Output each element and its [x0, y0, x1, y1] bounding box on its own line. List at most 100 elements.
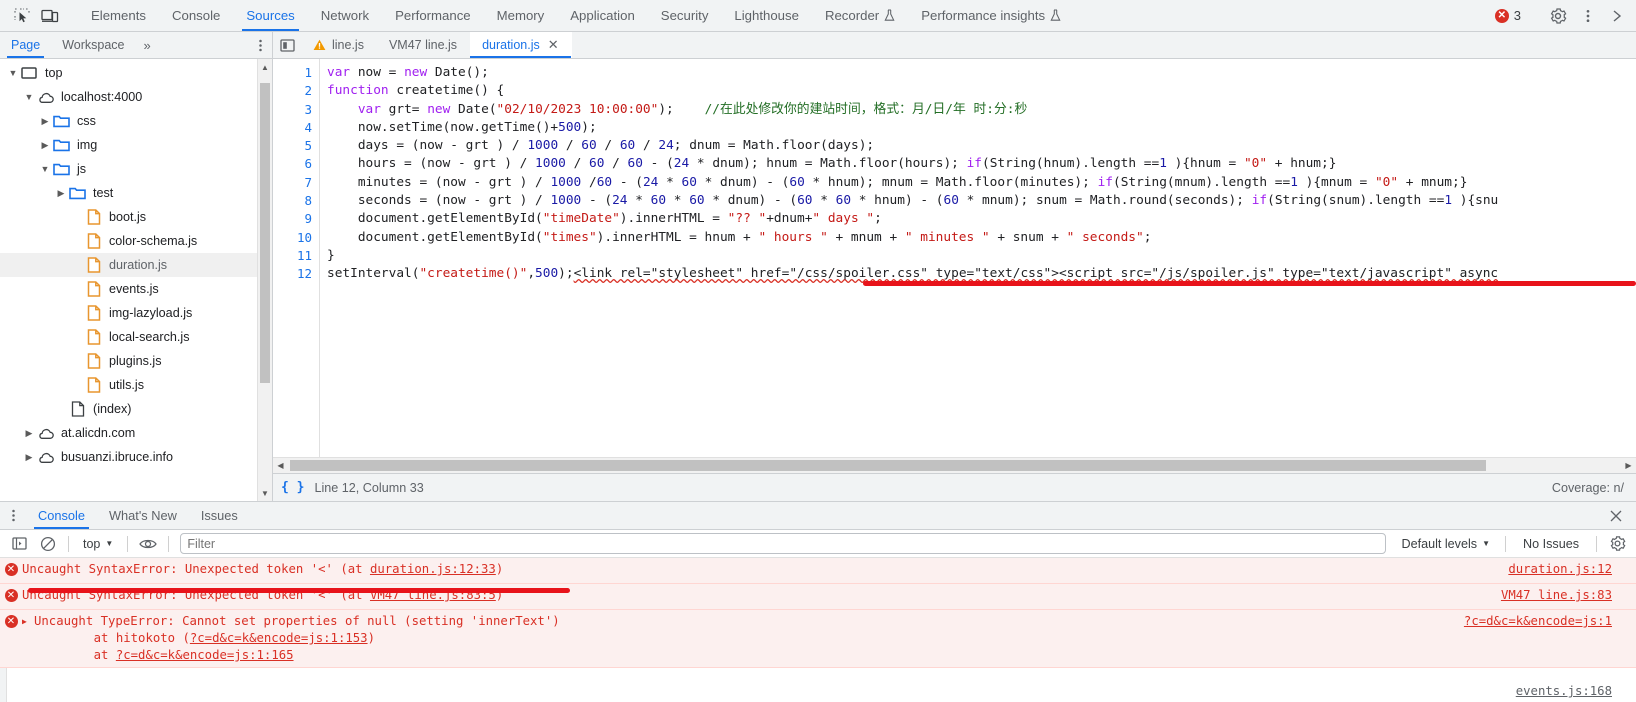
drawer-tab-whats-new-label: What's New: [109, 508, 177, 523]
console-log-levels-dropdown[interactable]: Default levels ▼: [1393, 537, 1498, 551]
drawer-tab-console[interactable]: Console: [26, 502, 97, 529]
gear-icon[interactable]: [1544, 3, 1572, 29]
editor-tab-line-js[interactable]: line.js: [301, 32, 377, 58]
code-token: ;: [874, 211, 882, 226]
code-content[interactable]: var now = new Date();function createtime…: [320, 59, 1636, 457]
main-tab-lighthouse[interactable]: Lighthouse: [721, 0, 812, 31]
tree-item-at-alicdn-com[interactable]: ▶at.alicdn.com: [0, 421, 272, 445]
console-issues-button[interactable]: No Issues: [1513, 537, 1589, 551]
chevron-down-icon[interactable]: ▼: [38, 165, 52, 174]
main-tab-elements[interactable]: Elements: [78, 0, 159, 31]
navigator-tab-page[interactable]: Page: [0, 32, 51, 58]
toolbar-right-icons: ✕ 3: [1489, 0, 1636, 31]
console-sidebar-icon[interactable]: [6, 533, 32, 555]
console-stack-link[interactable]: ?c=d&c=k&encode=js:1:153: [190, 631, 368, 645]
code-token: ).innerHTML = hnum +: [597, 230, 759, 245]
code-line: hours = (now - grt ) / 1000 / 60 / 60 - …: [327, 155, 1636, 173]
chevron-right-icon[interactable]: ▶: [38, 117, 52, 126]
main-tab-application[interactable]: Application: [557, 0, 648, 31]
close-devtools-icon[interactable]: [1604, 3, 1632, 29]
main-tab-memory[interactable]: Memory: [484, 0, 558, 31]
tree-item-img-lazyload-js[interactable]: img-lazyload.js: [0, 301, 272, 325]
code-token: /: [604, 156, 627, 171]
inspect-cursor-icon[interactable]: [8, 3, 36, 29]
console-message-origin-link[interactable]: duration.js:12: [1508, 561, 1636, 578]
chevron-down-icon: ▼: [105, 539, 113, 548]
main-tab-sources[interactable]: Sources: [233, 0, 307, 31]
tree-item-color-schema-js[interactable]: color-schema.js: [0, 229, 272, 253]
drawer-tab-issues[interactable]: Issues: [189, 502, 250, 529]
console-message-text: Uncaught TypeError: Cannot set propertie…: [34, 613, 1464, 664]
tree-item-events-js[interactable]: events.js: [0, 277, 272, 301]
main-tab-security[interactable]: Security: [648, 0, 722, 31]
main-tab-recorder[interactable]: Recorder: [812, 0, 908, 31]
navigator-more-options-icon[interactable]: [248, 32, 272, 58]
tree-item-local-search-js[interactable]: local-search.js: [0, 325, 272, 349]
scroll-down-icon[interactable]: ▼: [258, 485, 272, 501]
tree-item-busuanzi-ibruce-info[interactable]: ▶busuanzi.ibruce.info: [0, 445, 272, 469]
tree-item-top[interactable]: ▼top: [0, 61, 272, 85]
tree-item-boot-js[interactable]: boot.js: [0, 205, 272, 229]
console-context-selector[interactable]: top ▼: [76, 534, 120, 554]
console-message[interactable]: ✕▶Uncaught TypeError: Cannot set propert…: [0, 610, 1636, 668]
close-drawer-icon[interactable]: [1602, 503, 1630, 529]
tree-item-duration-js[interactable]: duration.js: [0, 253, 272, 277]
drawer-more-options-icon[interactable]: [0, 502, 26, 529]
code-editor[interactable]: 123456789101112 var now = new Date();fun…: [273, 59, 1636, 457]
main-tab-performance-insights[interactable]: Performance insights: [908, 0, 1074, 31]
chevron-right-icon[interactable]: ▶: [22, 453, 36, 462]
scrollbar-thumb-horizontal[interactable]: [290, 460, 1486, 471]
code-token: 1: [1290, 175, 1298, 190]
close-icon[interactable]: ✕: [548, 37, 559, 53]
code-token: [327, 102, 358, 117]
console-message-origin-link[interactable]: ?c=d&c=k&encode=js:1: [1464, 613, 1636, 630]
tree-item-utils-js[interactable]: utils.js: [0, 373, 272, 397]
tree-item-img[interactable]: ▶img: [0, 133, 272, 157]
console-message[interactable]: ✕Uncaught SyntaxError: Unexpected token …: [0, 558, 1636, 584]
expand-arrow-icon[interactable]: ▶: [22, 613, 34, 626]
chevron-double-right-icon[interactable]: »: [136, 32, 159, 58]
tree-item-css[interactable]: ▶css: [0, 109, 272, 133]
drawer-tab-whats-new[interactable]: What's New: [97, 502, 189, 529]
chevron-right-icon[interactable]: ▶: [22, 429, 36, 438]
tree-item-localhost-4000[interactable]: ▼ localhost:4000: [0, 85, 272, 109]
file-tree[interactable]: ▼top▼localhost:4000▶css▶img▼js▶testboot.…: [0, 59, 272, 501]
scrollbar-thumb[interactable]: [260, 83, 270, 383]
editor-tab-vm47-line-js[interactable]: VM47 line.js: [377, 32, 470, 58]
kebab-menu-icon[interactable]: [1574, 3, 1602, 29]
console-messages[interactable]: ✕Uncaught SyntaxError: Unexpected token …: [0, 558, 1636, 702]
console-message-origin-link[interactable]: VM47 line.js:83: [1501, 587, 1636, 604]
chevron-down-icon[interactable]: ▼: [6, 69, 20, 78]
chevron-down-icon[interactable]: ▼: [22, 93, 36, 102]
console-source-link[interactable]: duration.js:12:33: [370, 562, 496, 576]
console-filter-input[interactable]: [180, 533, 1386, 554]
navigator-tab-workspace[interactable]: Workspace: [51, 32, 135, 58]
console-settings-gear-icon[interactable]: [1604, 533, 1630, 555]
tree-item-label: localhost:4000: [60, 90, 142, 104]
tree-item-js[interactable]: ▼js: [0, 157, 272, 181]
error-count-badge[interactable]: ✕ 3: [1489, 8, 1531, 23]
tree-item-plugins-js[interactable]: plugins.js: [0, 349, 272, 373]
clear-console-icon[interactable]: [35, 533, 61, 555]
editor-tab-duration-js[interactable]: duration.js ✕: [470, 32, 572, 58]
main-tab-network[interactable]: Network: [308, 0, 382, 31]
scroll-up-icon[interactable]: ▲: [258, 59, 272, 75]
chevron-right-icon[interactable]: ▶: [54, 189, 68, 198]
console-tail-source-link[interactable]: events.js:168: [1516, 684, 1612, 698]
code-token: 1000: [535, 156, 566, 171]
code-token: 1000: [550, 193, 581, 208]
main-tab-performance[interactable]: Performance: [382, 0, 484, 31]
toggle-sidebar-icon[interactable]: [273, 32, 301, 58]
chevron-right-icon[interactable]: ▶: [38, 141, 52, 150]
tree-item-test[interactable]: ▶test: [0, 181, 272, 205]
navigator-scrollbar[interactable]: ▲ ▼: [257, 59, 272, 501]
pretty-print-braces-icon[interactable]: { }: [281, 480, 304, 495]
main-tab-console[interactable]: Console: [159, 0, 233, 31]
tree-item--index-[interactable]: (index): [0, 397, 272, 421]
device-toolbar-icon[interactable]: [36, 3, 64, 29]
scroll-right-icon[interactable]: ▶: [1621, 458, 1636, 473]
live-expression-eye-icon[interactable]: [135, 533, 161, 555]
editor-horizontal-scrollbar[interactable]: ◀ ▶: [273, 457, 1636, 473]
scroll-left-icon[interactable]: ◀: [273, 458, 288, 473]
console-stack-link[interactable]: ?c=d&c=k&encode=js:1:165: [116, 648, 294, 662]
